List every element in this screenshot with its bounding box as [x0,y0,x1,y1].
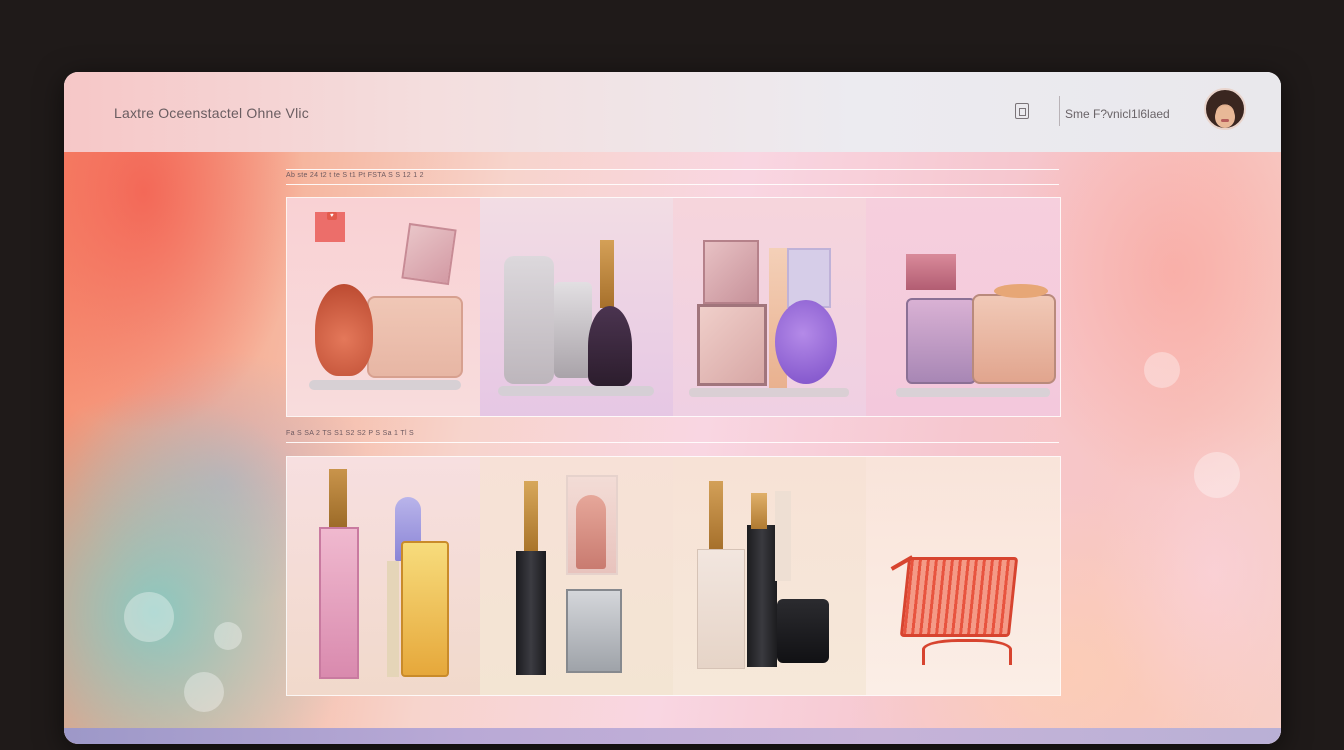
footer-bar [64,728,1281,744]
heart-icon: ♥ [327,212,337,220]
bokeh-light [1144,352,1180,388]
section-heading: Fa S SA 2 TS S1 S2 S2 P S Sa 1 Tl S [286,430,415,437]
vanity-jar [972,294,1056,384]
cream-jar [777,599,829,663]
lipstick-bullet [576,495,606,569]
product-card[interactable] [866,457,1060,695]
section-divider [286,442,1059,443]
product-card[interactable] [673,198,867,416]
serum-jar [554,282,592,378]
display-case [787,248,831,308]
perfume-bottle [401,541,449,677]
compact-mirror [401,222,457,286]
bokeh-light [124,592,174,642]
product-grid-top: ♥ [286,197,1061,417]
mascara-tube [516,551,546,675]
vanity-jar [906,298,976,384]
cart-base [922,639,1012,665]
foundation-cap [709,481,723,551]
glass-jar [367,296,463,378]
compact-case [566,589,622,673]
product-card[interactable] [673,457,867,695]
product-tray [896,388,1050,397]
dropper-bottle [588,306,632,386]
lipstick-cap [524,481,538,553]
product-tray [689,388,849,397]
site-header: Laxtre Oceenstactel Ohne Vlic Sme F?vnic… [64,72,1281,153]
heart-bottle [315,284,373,376]
site-title[interactable]: Laxtre Oceenstactel Ohne Vlic [114,105,309,121]
user-avatar[interactable] [1204,88,1246,130]
product-card[interactable] [480,457,674,695]
bokeh-light [184,672,224,712]
product-card[interactable] [287,457,481,695]
compact-palette [703,240,759,304]
perfume-bottle [319,527,359,679]
serum-jar [504,256,554,384]
product-tray [309,380,461,390]
bokeh-light [1194,452,1240,498]
browser-window: Laxtre Oceenstactel Ohne Vlic Sme F?vnic… [64,72,1281,744]
makeup-sponge [775,300,837,384]
product-card[interactable] [866,198,1060,416]
shopping-cart-icon[interactable] [899,557,1019,637]
product-grid-bottom [286,456,1061,696]
perfume-bottle [387,561,399,677]
product-showcase: Ab ste 24 t2 t te S t1 Pt FSTA S S 12 1 … [64,152,1281,744]
perfume-cap [329,469,347,529]
section-heading: Ab ste 24 t2 t te S t1 Pt FSTA S S 12 1 … [286,172,424,179]
user-name-label[interactable]: Sme F?vnicl1l6laed [1065,107,1170,121]
vanity-box [906,254,956,290]
foundation-bottle [697,549,745,669]
compact-palette [697,304,767,386]
jar-lid [994,284,1048,298]
dropper-bottle [600,240,614,308]
lotion-bottle [775,491,791,581]
section-divider [286,169,1059,170]
bokeh-light [214,622,242,650]
foundation-cap [751,493,767,529]
product-card[interactable]: ♥ [287,198,481,416]
section-divider [286,184,1059,185]
product-tray [498,386,654,396]
bookmark-icon[interactable] [1015,103,1029,119]
foundation-bottle [747,525,777,667]
header-divider [1059,96,1060,126]
product-card[interactable] [480,198,674,416]
